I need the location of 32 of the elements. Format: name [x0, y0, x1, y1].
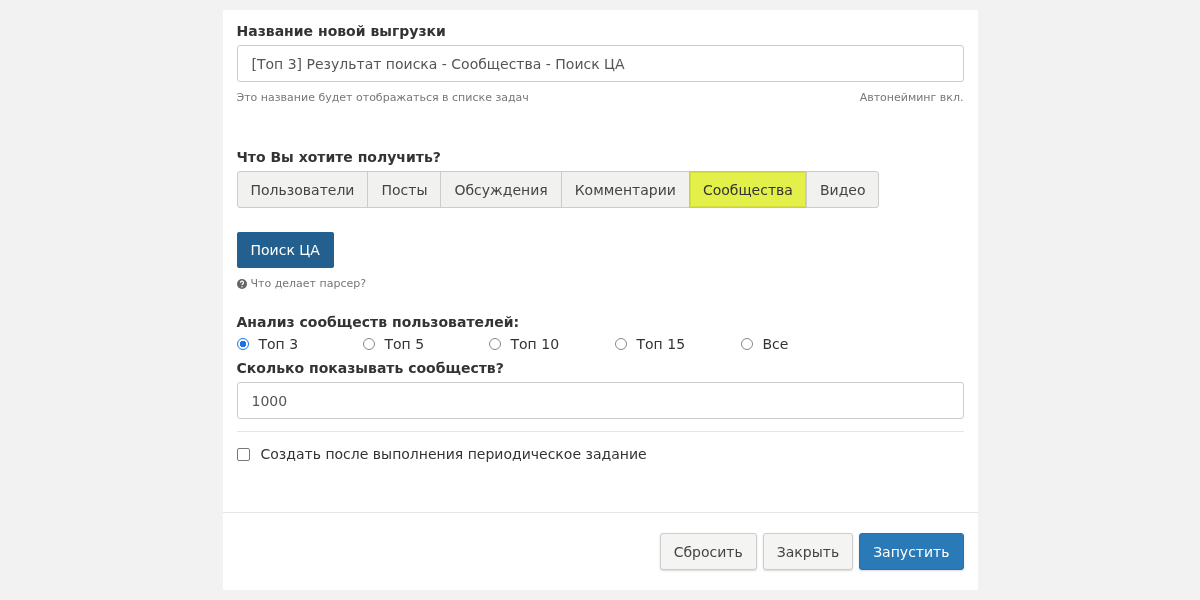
type-tab[interactable]: Пользователи	[236, 171, 369, 208]
analysis-label: Анализ сообществ пользователей:	[236, 314, 521, 330]
type-tab[interactable]: Посты	[367, 171, 442, 208]
radio-button[interactable]	[362, 338, 375, 350]
count-label: Сколько показывать сообществ?	[236, 360, 505, 376]
footer-button[interactable]: Закрыть	[762, 533, 854, 570]
radio-button[interactable]	[236, 338, 249, 350]
radio-label: Топ 15	[636, 336, 686, 352]
type-tab[interactable]: Видео	[805, 171, 880, 208]
autonaming-text: Автонейминг вкл.	[859, 91, 964, 104]
parser-button[interactable]: Поиск ЦА	[236, 232, 334, 268]
footer-button[interactable]: Запустить	[859, 533, 964, 570]
radio-label: Все	[762, 336, 789, 352]
radio-label: Топ 3	[258, 336, 299, 352]
hint-text: Это название будет отображаться в списке задач	[236, 91, 529, 104]
question-label: Что Вы хотите получить?	[236, 149, 442, 165]
radio-button[interactable]	[740, 338, 753, 350]
name-input[interactable]: [Топ 3] Результат поиска - Сообщества - Поиск ЦА	[236, 45, 964, 82]
footer-button[interactable]: Сбросить	[659, 533, 757, 570]
help-link[interactable]: Что делает парсер?	[250, 277, 367, 290]
radio-label: Топ 10	[510, 336, 560, 352]
radio-button[interactable]	[614, 338, 627, 350]
checkbox-label: Создать после выполнения периодическое задание	[260, 446, 647, 462]
count-input[interactable]: 1000	[236, 382, 964, 419]
type-tab[interactable]: Сообщества	[688, 171, 807, 208]
checkbox[interactable]	[236, 447, 250, 461]
field-label: Название новой выгрузки	[236, 23, 447, 39]
radio-button[interactable]	[488, 338, 501, 350]
type-tab[interactable]: Обсуждения	[440, 171, 562, 208]
radio-label: Топ 5	[384, 336, 425, 352]
type-tab[interactable]: Комментарии	[560, 171, 690, 208]
help-icon	[236, 278, 247, 289]
